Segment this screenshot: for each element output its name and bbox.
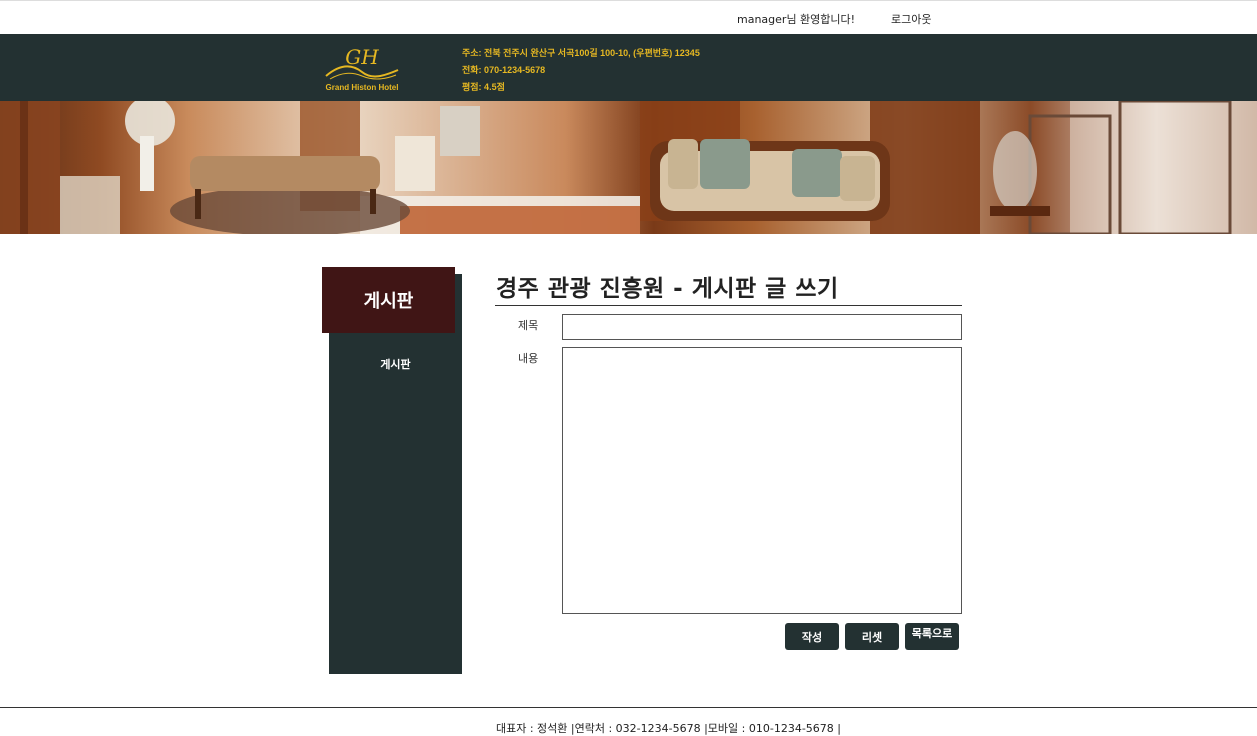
content-field-label: 내용 — [518, 352, 539, 365]
footer-contact-info: 대표자 : 정석환 |연락처 : 032-1234-5678 |모바일 : 01… — [496, 722, 841, 735]
hotel-lounge-illustration — [0, 101, 1257, 234]
footer-divider — [0, 707, 1257, 708]
hotel-info: 주소: 전북 전주시 완산구 서곡100길 100-10, (우편번호) 123… — [462, 45, 700, 96]
hotel-rating: 평점: 4.5점 — [462, 82, 505, 92]
logo-emblem-icon: GH — [325, 45, 399, 80]
back-to-list-button[interactable]: 목록으로 — [905, 623, 959, 650]
logout-link[interactable]: 로그아웃 — [891, 11, 931, 27]
hero-banner-image — [0, 101, 1257, 234]
site-header: GH Grand Histon Hotel 주소: 전북 전주시 완산구 서곡1… — [0, 34, 1257, 101]
hotel-logo[interactable]: GH Grand Histon Hotel — [322, 42, 402, 94]
logo-monogram: GH — [345, 45, 379, 69]
page-title: 경주 관광 진흥원 - 게시판 글 쓰기 — [496, 276, 839, 302]
submit-button[interactable]: 작성 — [785, 623, 839, 650]
title-input[interactable] — [562, 314, 962, 340]
hotel-address: 주소: 전북 전주시 완산구 서곡100길 100-10, (우편번호) 123… — [462, 48, 700, 58]
title-divider — [495, 305, 962, 306]
content-textarea[interactable] — [562, 347, 962, 614]
top-bar: manager님 환영합니다! 로그아웃 — [0, 0, 1257, 34]
hotel-phone: 전화: 070-1234-5678 — [462, 65, 546, 75]
sidebar — [329, 274, 462, 674]
title-field-label: 제목 — [518, 319, 539, 332]
sidebar-title: 게시판 — [322, 267, 455, 333]
reset-button[interactable]: 리셋 — [845, 623, 899, 650]
sidebar-item-board[interactable]: 게시판 — [329, 356, 462, 372]
welcome-message: manager님 환영합니다! — [737, 13, 856, 26]
logo-text: Grand Histon Hotel — [325, 83, 399, 92]
